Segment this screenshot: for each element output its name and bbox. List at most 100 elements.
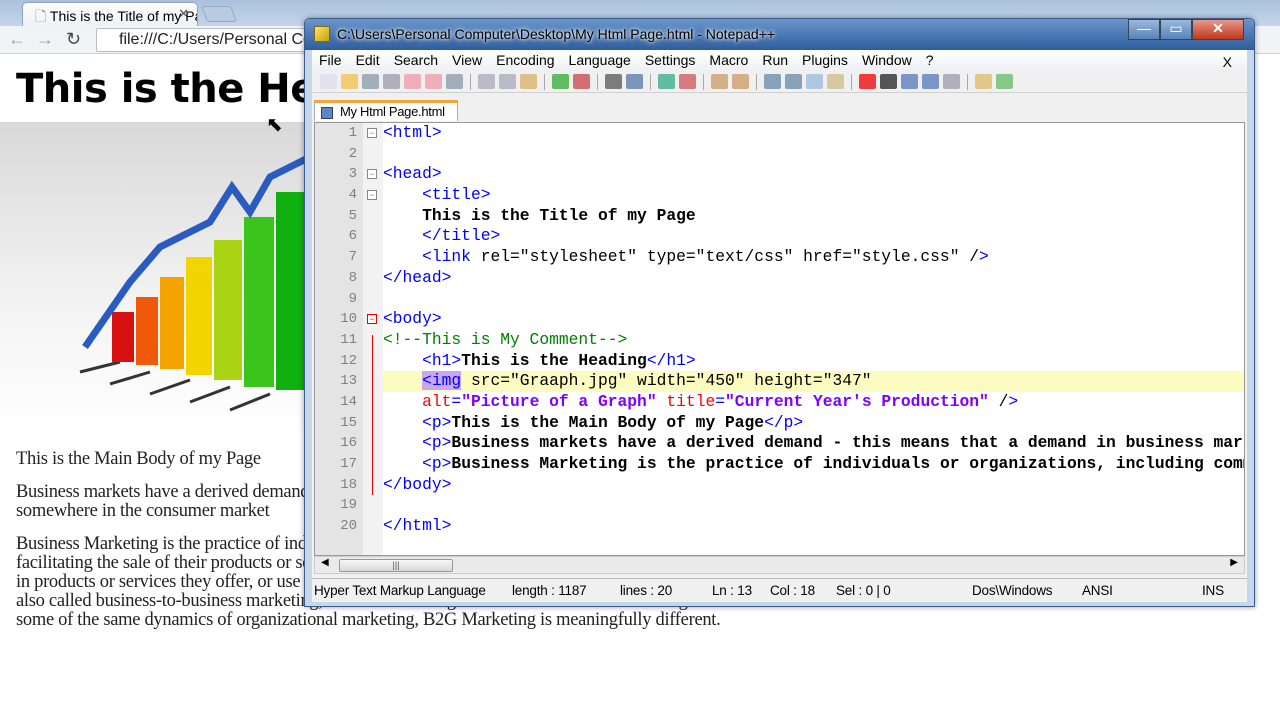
sync-v-icon[interactable] <box>711 74 728 89</box>
menu-settings[interactable]: Settings <box>638 50 703 71</box>
code-line[interactable]: </head> <box>383 268 1244 289</box>
menu-window[interactable]: Window <box>855 50 919 71</box>
copy-icon[interactable] <box>499 74 516 89</box>
menu-macro[interactable]: Macro <box>702 50 755 71</box>
code-line[interactable]: <title> <box>383 185 1244 206</box>
print-icon[interactable] <box>446 74 463 89</box>
line-number: 6 <box>348 228 357 245</box>
paste-icon[interactable] <box>520 74 537 89</box>
zoom-in-icon[interactable] <box>658 74 675 89</box>
reload-icon[interactable]: ↻ <box>66 29 81 50</box>
menu-run[interactable]: Run <box>755 50 795 71</box>
code-line[interactable] <box>383 289 1244 310</box>
close-document-button[interactable]: X <box>1216 52 1239 70</box>
line-number: 9 <box>348 290 357 307</box>
tab-title: This is the Title of my Page <box>49 8 197 24</box>
menu-search[interactable]: Search <box>387 50 445 71</box>
line-number: 10 <box>340 311 357 328</box>
title-bar[interactable]: C:\Users\Personal Computer\Desktop\My Ht… <box>305 19 1254 50</box>
toolbar-separator <box>756 73 757 90</box>
code-line[interactable]: <p>Business markets have a derived deman… <box>383 433 1244 454</box>
close-all-icon[interactable] <box>425 74 442 89</box>
toolbar-separator <box>650 73 651 90</box>
fold-toggle-icon[interactable]: − <box>367 314 377 325</box>
menu-edit[interactable]: Edit <box>349 50 387 71</box>
line-number: 17 <box>340 456 357 472</box>
close-tab-icon[interactable]: ✕ <box>178 6 189 22</box>
cut-icon[interactable] <box>478 74 495 89</box>
show-all-icon[interactable] <box>785 74 802 89</box>
new-icon[interactable] <box>320 74 337 89</box>
menu-file[interactable]: File <box>312 50 349 71</box>
file-tab[interactable]: My Html Page.html <box>314 100 458 121</box>
code-editor[interactable]: 1 2 3 4 5 6 7 8 9 10 11 12 13 14 15 16 17 18 19 20 − − − − <ht… <box>314 122 1245 556</box>
code-line[interactable]: <img src="Graaph.jpg" width="450" height… <box>383 371 1244 392</box>
browser-tab[interactable]: 🗋 This is the Title of my Page✕ <box>22 2 198 26</box>
code-line[interactable]: <html> <box>383 123 1244 144</box>
zoom-out-icon[interactable] <box>679 74 696 89</box>
fold-toggle-icon[interactable]: − <box>367 169 377 180</box>
status-encoding: ANSI <box>1082 583 1113 598</box>
toolbar-separator <box>703 73 704 90</box>
back-icon[interactable]: ← <box>8 29 26 50</box>
close-icon[interactable] <box>404 74 421 89</box>
spell-check-icon[interactable] <box>996 74 1013 89</box>
toolbar-separator <box>967 73 968 90</box>
replace-icon[interactable] <box>626 74 643 89</box>
sync-h-icon[interactable] <box>732 74 749 89</box>
code-line[interactable]: </title> <box>383 226 1244 247</box>
scroll-right-icon[interactable]: ▶ <box>1230 557 1238 568</box>
maximize-button[interactable]: ▭ <box>1160 19 1192 40</box>
code-line[interactable]: <!--This is My Comment--> <box>383 330 1244 351</box>
code-line[interactable]: <link rel="stylesheet" type="text/css" h… <box>383 247 1244 268</box>
code-line[interactable]: </html> <box>383 516 1244 537</box>
stop-icon[interactable] <box>880 74 897 89</box>
code-line[interactable]: alt="Picture of a Graph" title="Current … <box>383 392 1244 413</box>
code-line[interactable] <box>383 144 1244 165</box>
play-icon[interactable] <box>901 74 918 89</box>
menu-view[interactable]: View <box>445 50 489 71</box>
code-area[interactable]: <html> <head> <title> This is the Title o… <box>383 123 1244 555</box>
scroll-left-icon[interactable]: ◀ <box>321 557 329 568</box>
menu-bar: File Edit Search View Encoding Language Settin… <box>312 50 1247 71</box>
undo-icon[interactable] <box>552 74 569 89</box>
menu-plugins[interactable]: Plugins <box>795 50 855 71</box>
menu-encoding[interactable]: Encoding <box>489 50 561 71</box>
open-icon[interactable] <box>341 74 358 89</box>
fold-margin[interactable]: − − − − <box>363 123 383 555</box>
code-line[interactable]: </body> <box>383 475 1244 496</box>
line-number: 1 <box>348 125 357 141</box>
doc-map-icon[interactable] <box>827 74 844 89</box>
code-line[interactable]: <p>Business Marketing is the practice of… <box>383 454 1244 475</box>
code-line[interactable]: This is the Title of my Page <box>383 206 1244 227</box>
fold-toggle-icon[interactable]: − <box>367 190 377 201</box>
scroll-thumb[interactable]: ||| <box>339 559 453 572</box>
minimize-button[interactable]: — <box>1128 19 1160 40</box>
code-line[interactable]: <head> <box>383 164 1244 185</box>
find-icon[interactable] <box>605 74 622 89</box>
body-paragraph-2-line: somewhere in the consumer market <box>16 501 270 521</box>
menu-language[interactable]: Language <box>562 50 638 71</box>
redo-icon[interactable] <box>573 74 590 89</box>
menu-help[interactable]: ? <box>919 50 941 71</box>
horizontal-scrollbar[interactable]: ◀ ||| ▶ <box>314 556 1245 574</box>
play-multi-icon[interactable] <box>922 74 939 89</box>
close-button[interactable]: ✕ <box>1192 19 1244 40</box>
wrap-icon[interactable] <box>764 74 781 89</box>
save-macro-icon[interactable] <box>943 74 960 89</box>
indent-guide-icon[interactable] <box>806 74 823 89</box>
save-all-icon[interactable] <box>383 74 400 89</box>
launch-icon[interactable] <box>975 74 992 89</box>
code-line[interactable] <box>383 495 1244 516</box>
code-line[interactable]: <h1>This is the Heading</h1> <box>383 351 1244 372</box>
toolbar-separator <box>544 73 545 90</box>
code-line[interactable]: <p>This is the Main Body of my Page</p> <box>383 413 1244 434</box>
grid-line <box>149 378 191 396</box>
save-icon[interactable] <box>362 74 379 89</box>
record-icon[interactable] <box>859 74 876 89</box>
code-line[interactable]: <body> <box>383 309 1244 330</box>
forward-icon[interactable]: → <box>36 29 54 50</box>
new-tab-button[interactable] <box>201 6 237 22</box>
fold-toggle-icon[interactable]: − <box>367 128 377 138</box>
toolbar-separator <box>851 73 852 90</box>
